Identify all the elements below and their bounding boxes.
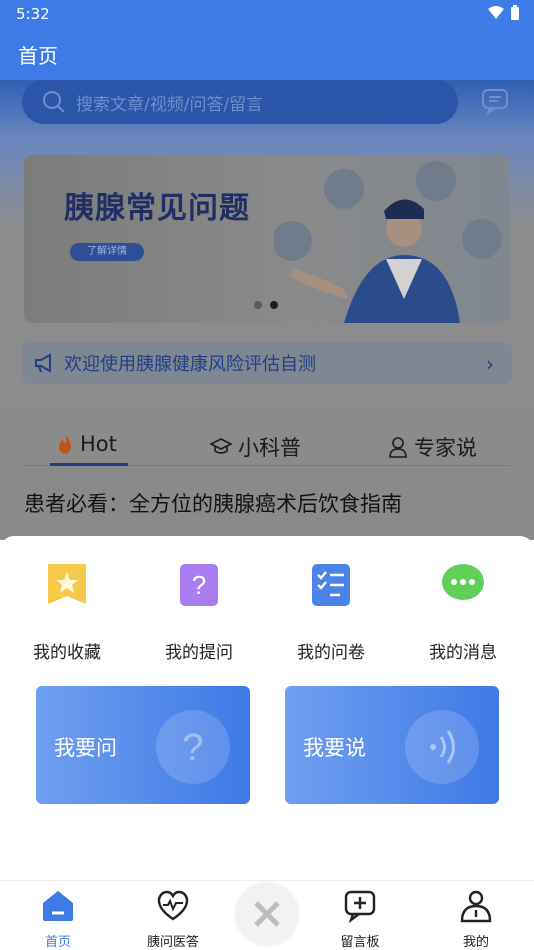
tab-label: 小科普 [238, 436, 301, 460]
svg-text:?: ? [192, 570, 206, 600]
notice-bar[interactable]: 欢迎使用胰腺健康风险评估自测 › [22, 342, 512, 384]
content-tabs: Hot 小科普 专家说 [24, 430, 510, 466]
question-note-icon: ? [180, 564, 218, 606]
nav-label: 留言板 [340, 935, 380, 950]
ask-question-card[interactable]: 我要问 ? [36, 686, 250, 804]
home-icon [43, 891, 73, 921]
search-placeholder: 搜索文章/视频/问答/留言 [76, 94, 264, 115]
nav-profile[interactable]: 我的 [436, 889, 516, 950]
battery-icon [511, 5, 519, 20]
user-icon [460, 890, 492, 923]
action-sheet: 我的收藏 ? 我的提问 我的问卷 我的消息 我要问 ? 我要说 [0, 536, 534, 880]
bookmark-star-icon [48, 564, 86, 604]
svg-text:?: ? [182, 727, 203, 769]
status-icons [488, 5, 520, 21]
wifi-icon [488, 6, 504, 19]
nav-label: 首页 [44, 935, 71, 950]
my-questions-button[interactable]: ? 我的提问 [144, 560, 254, 663]
megaphone-icon [35, 353, 51, 373]
nav-home[interactable]: 首页 [18, 889, 98, 950]
my-messages-button[interactable]: 我的消息 [408, 560, 518, 663]
status-bar: 5:32 [0, 0, 534, 28]
message-icon[interactable] [480, 86, 510, 116]
notice-text: 欢迎使用胰腺健康风险评估自测 [64, 354, 316, 375]
close-button[interactable] [236, 883, 298, 945]
banner-button[interactable]: 了解详情 [70, 243, 144, 261]
banner-title: 胰腺常见问题 [64, 191, 250, 226]
voice-icon [405, 710, 479, 784]
nav-message-board[interactable]: 留言板 [320, 889, 400, 950]
chevron-right-icon: › [486, 352, 494, 376]
quick-actions: 我的收藏 ? 我的提问 我的问卷 我的消息 [0, 560, 534, 663]
tab-label: Hot [80, 432, 117, 456]
status-time: 5:32 [16, 5, 50, 23]
page-title: 首页 [18, 44, 58, 68]
chat-bubble-icon [442, 564, 484, 600]
checklist-icon [312, 564, 350, 606]
nav-label: 胰问医答 [146, 935, 199, 950]
search-icon [43, 91, 65, 113]
heart-pulse-icon [157, 890, 189, 921]
home-content: 搜索文章/视频/问答/留言 胰腺常见问题 了解详情 欢迎使用胰腺健康风险评估自测… [0, 80, 534, 540]
tab-hot[interactable]: Hot [56, 432, 117, 456]
tab-expert[interactable]: 专家说 [388, 432, 477, 462]
flame-icon [59, 434, 71, 454]
tab-science[interactable]: 小科普 [210, 432, 301, 462]
my-surveys-button[interactable]: 我的问卷 [276, 560, 386, 663]
user-icon [389, 437, 407, 458]
article-headline[interactable]: 患者必看：全方位的胰腺癌术后饮食指南 [24, 488, 402, 518]
promo-banner[interactable]: 胰腺常见问题 了解详情 [24, 155, 510, 323]
add-message-icon [344, 890, 376, 924]
tab-indicator [50, 463, 128, 466]
graduation-cap-icon [210, 438, 232, 454]
pagination-dot[interactable] [254, 301, 262, 309]
speak-label: 我要说 [303, 736, 366, 760]
ask-question-label: 我要问 [54, 736, 117, 760]
question-icon: ? [156, 710, 230, 784]
tab-label: 专家说 [414, 436, 477, 460]
quick-action-label: 我的问卷 [297, 643, 365, 663]
quick-action-label: 我的消息 [429, 643, 497, 663]
banner-pagination [254, 301, 278, 309]
nav-qa[interactable]: 胰问医答 [133, 889, 213, 950]
my-favorites-button[interactable]: 我的收藏 [12, 560, 122, 663]
app-bar: 首页 [0, 28, 534, 80]
search-bar[interactable]: 搜索文章/视频/问答/留言 [22, 80, 458, 124]
pagination-dot-active[interactable] [270, 301, 278, 309]
close-icon [254, 901, 280, 927]
quick-action-label: 我的收藏 [33, 643, 101, 663]
speak-card[interactable]: 我要说 [285, 686, 499, 804]
bottom-nav: 首页 胰问医答 留言板 我的 [0, 880, 534, 950]
quick-action-label: 我的提问 [165, 643, 233, 663]
nav-label: 我的 [462, 935, 489, 950]
doctor-illustration [274, 161, 502, 323]
